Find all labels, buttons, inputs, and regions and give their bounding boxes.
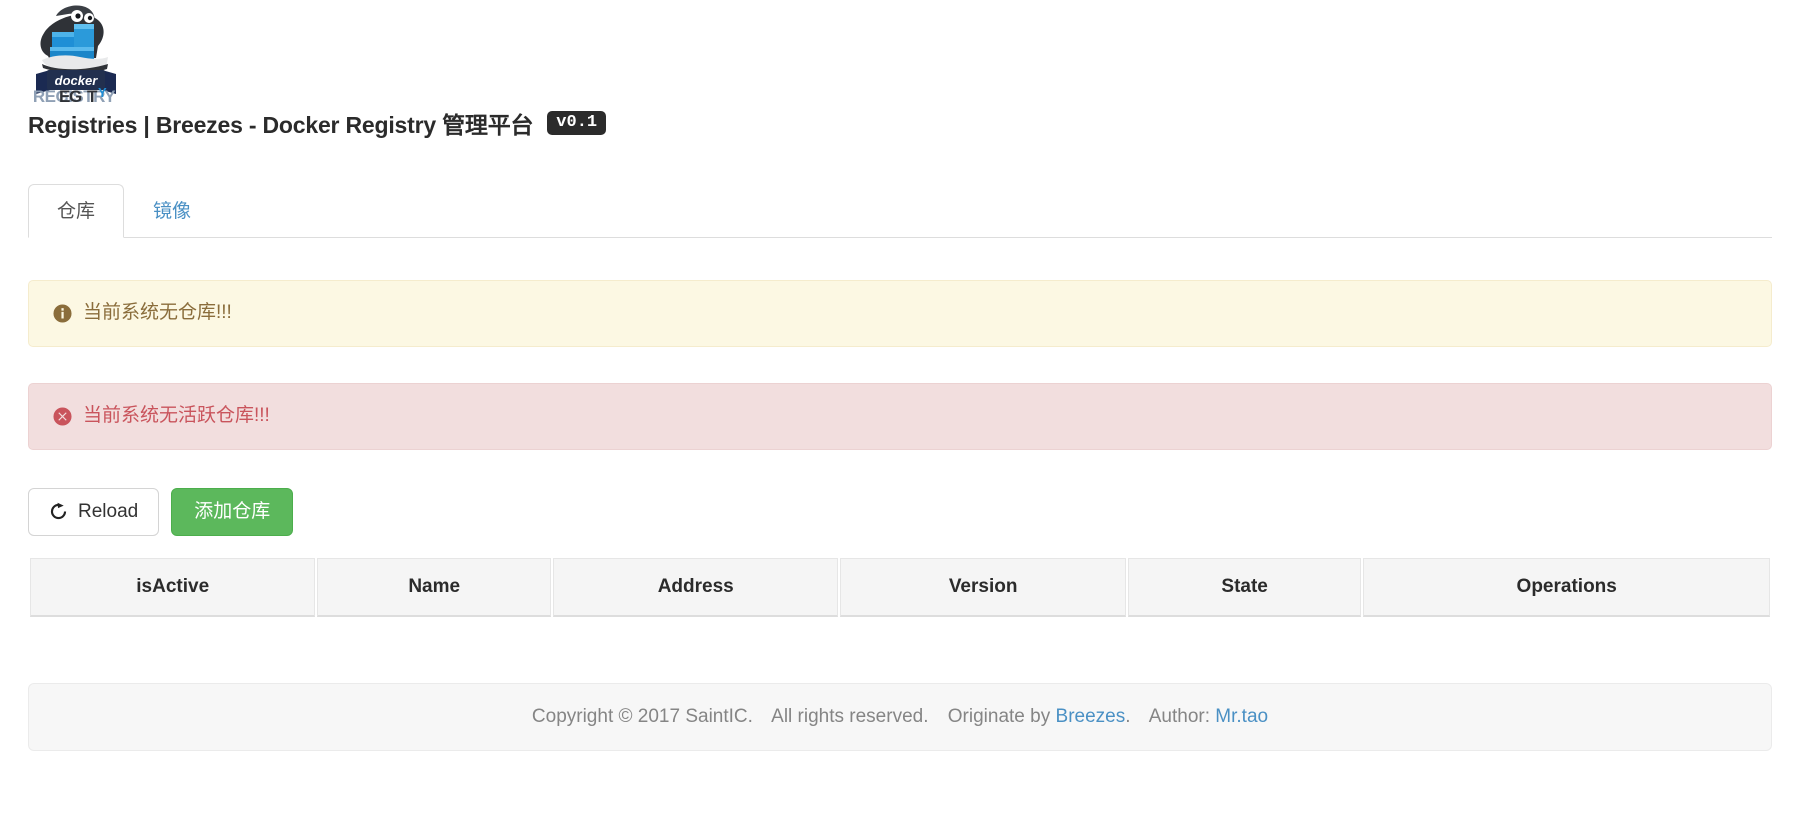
footer-originate-prefix: Originate by bbox=[947, 706, 1051, 728]
footer-originate-suffix: . bbox=[1125, 706, 1131, 728]
column-header-version[interactable]: Version bbox=[840, 558, 1126, 618]
svg-text:T: T bbox=[87, 87, 98, 102]
reload-button-label: Reload bbox=[78, 500, 139, 522]
svg-text:docker: docker bbox=[55, 73, 99, 88]
reload-button[interactable]: Reload bbox=[28, 487, 160, 537]
alert-no-repositories: 当前系统无仓库!!! bbox=[28, 280, 1772, 347]
column-header-operations[interactable]: Operations bbox=[1363, 558, 1770, 618]
version-badge: v0.1 bbox=[547, 110, 607, 136]
page-container: docker REGISTRY E G T Y Registries | Bre… bbox=[0, 0, 1800, 752]
info-circle-icon bbox=[53, 304, 72, 323]
footer-author-prefix: Author: bbox=[1148, 706, 1210, 728]
add-registry-button[interactable]: 添加仓库 bbox=[171, 487, 294, 537]
toolbar: Reload 添加仓库 bbox=[28, 487, 1772, 537]
table-header-row: isActive Name Address Version State Oper… bbox=[30, 558, 1770, 618]
table-header: isActive Name Address Version State Oper… bbox=[30, 558, 1770, 618]
column-header-address[interactable]: Address bbox=[552, 558, 839, 618]
refresh-icon bbox=[50, 503, 67, 520]
alert-no-repositories-text: 当前系统无仓库!!! bbox=[83, 302, 232, 323]
tab-images[interactable]: 镜像 bbox=[124, 184, 220, 238]
alert-no-active-repositories-text: 当前系统无活跃仓库!!! bbox=[83, 404, 270, 426]
page-footer: Copyright © 2017 SaintIC. All rights res… bbox=[28, 683, 1772, 752]
column-header-state[interactable]: State bbox=[1127, 558, 1362, 618]
title-row: Registries | Breezes - Docker Registry 管… bbox=[28, 106, 1772, 140]
page-title: Registries | Breezes - Docker Registry 管… bbox=[28, 112, 534, 138]
nav-tabs: 仓库 镜像 bbox=[28, 180, 1772, 238]
svg-text:Y: Y bbox=[98, 85, 107, 100]
alert-no-active-repositories: 当前系统无活跃仓库!!! bbox=[28, 382, 1772, 450]
svg-text:G: G bbox=[69, 87, 82, 102]
column-header-name[interactable]: Name bbox=[317, 558, 551, 618]
footer-copyright: Copyright © 2017 SaintIC. bbox=[531, 706, 753, 728]
page-header: docker REGISTRY E G T Y Registries | Bre… bbox=[28, 0, 1772, 140]
footer-rights: All rights reserved. bbox=[771, 706, 929, 728]
docker-registry-logo-icon: docker REGISTRY E G T Y bbox=[30, 2, 122, 102]
footer-author-link[interactable]: Mr.tao bbox=[1215, 706, 1268, 727]
times-circle-icon bbox=[53, 407, 72, 426]
tab-repositories[interactable]: 仓库 bbox=[28, 184, 125, 238]
footer-originate-link[interactable]: Breezes bbox=[1056, 706, 1126, 727]
column-header-isactive[interactable]: isActive bbox=[30, 558, 316, 618]
registries-table: isActive Name Address Version State Oper… bbox=[28, 558, 1772, 618]
registries-table-wrapper: isActive Name Address Version State Oper… bbox=[28, 558, 1772, 618]
